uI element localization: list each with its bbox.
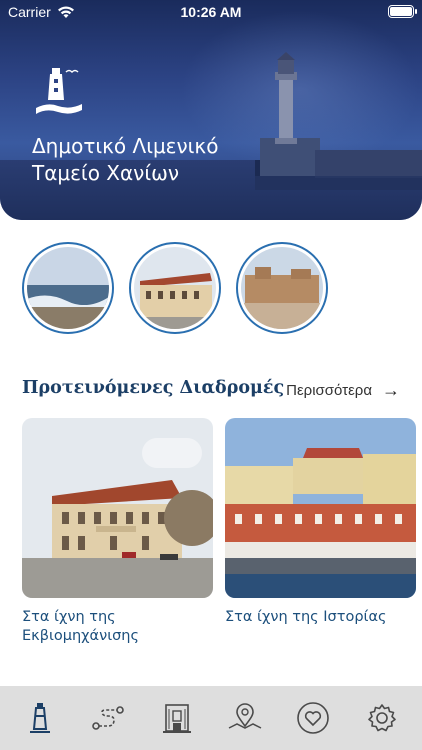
section-title: Προτεινόμενες Διαδρομές	[22, 378, 285, 398]
more-link[interactable]: Περισσότερα →	[284, 380, 400, 401]
hero-title-line2: Ταμείο Χανίων	[32, 161, 180, 185]
route-card-title: Στα ίχνη της Εκβιομηχάνισης	[22, 609, 139, 644]
building-photo	[134, 247, 216, 329]
tab-map[interactable]	[225, 698, 265, 738]
circle-ruins[interactable]	[236, 242, 328, 334]
circle-building[interactable]	[129, 242, 221, 334]
lighthouse-logo-icon	[36, 68, 82, 114]
harbor-waves-photo	[27, 247, 109, 329]
route-card[interactable]: Στα ίχνη της Εκβιομηχάνισης	[22, 418, 213, 646]
category-circles	[22, 242, 328, 334]
hero-title-line1: Δημοτικό Λιμενικό	[32, 134, 219, 158]
ruins-photo	[241, 247, 323, 329]
tab-buildings[interactable]	[157, 698, 197, 738]
hero-title: Δημοτικό Λιμενικό Ταμείο Χανίων	[32, 133, 218, 187]
route-card-photo	[225, 418, 416, 598]
route-card-title: Στα ίχνη της Ιστορίας	[225, 609, 387, 625]
suggested-routes-header: Προτεινόμενες Διαδρομές Περισσότερα →	[22, 378, 402, 404]
tab-bar	[0, 686, 422, 750]
circle-harbor[interactable]	[22, 242, 114, 334]
tab-favorites[interactable]	[293, 698, 333, 738]
lighthouse-icon	[30, 703, 51, 733]
route-icon	[92, 706, 125, 730]
tab-routes[interactable]	[88, 698, 128, 738]
heart-icon	[297, 702, 330, 734]
status-bar: Carrier 10:26 AM	[0, 0, 422, 24]
tab-home[interactable]	[20, 698, 60, 738]
hero-banner: Carrier 10:26 AM Δημοτικό Λιμενικό Ταμεί…	[0, 0, 422, 220]
gear-icon	[367, 704, 396, 732]
more-label: Περισσότερα	[286, 382, 372, 399]
route-card[interactable]: Στα ίχνη της Ιστορίας	[225, 418, 416, 646]
tab-settings[interactable]	[362, 698, 402, 738]
battery-icon	[388, 5, 417, 18]
route-card-photo	[22, 418, 213, 598]
map-pin-icon	[228, 703, 262, 729]
lighthouse-photo	[255, 52, 422, 190]
building-icon	[162, 704, 191, 733]
clock: 10:26 AM	[180, 4, 242, 20]
routes-carousel: Στα ίχνη της Εκβιομηχάνισης Στα ίχνη της…	[22, 418, 416, 646]
arrow-right-icon: →	[382, 380, 400, 400]
